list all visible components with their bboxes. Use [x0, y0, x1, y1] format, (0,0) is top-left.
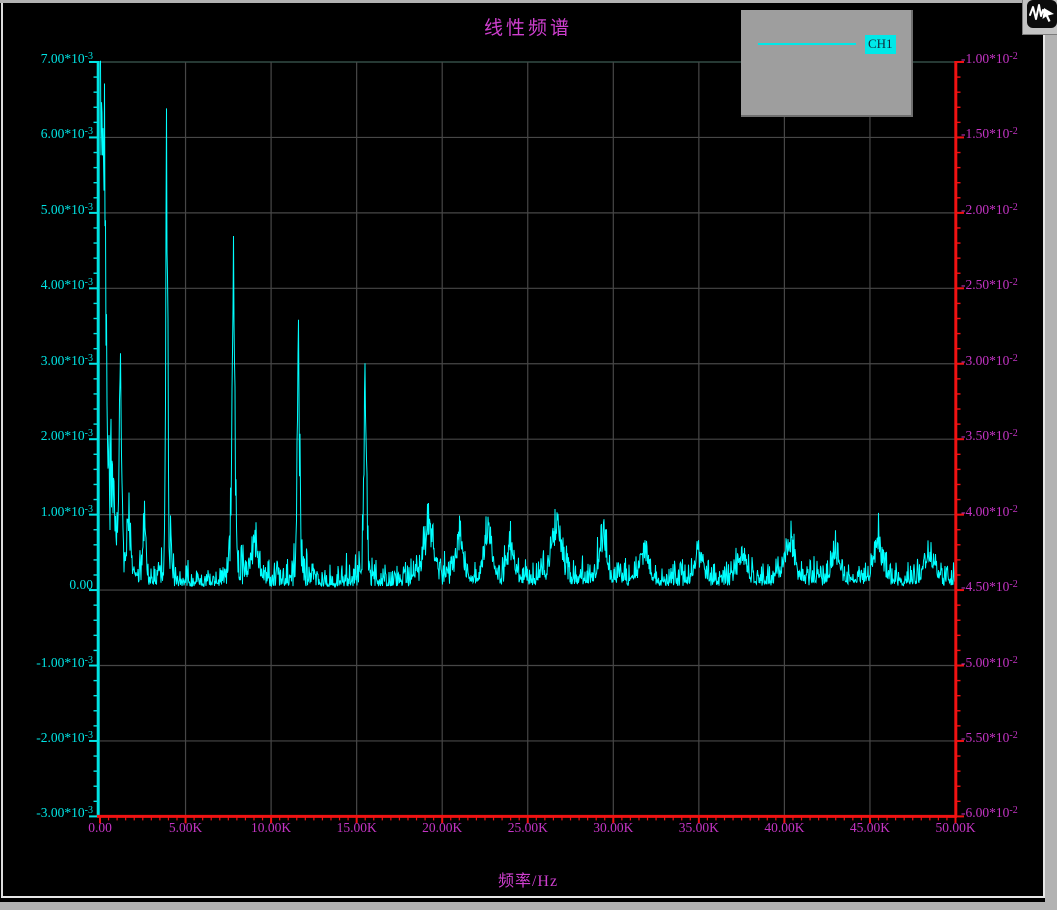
legend-line-sample	[758, 43, 856, 45]
spectrum-plot	[0, 0, 1057, 910]
legend-box: CH1	[741, 10, 913, 117]
spectrum-analyzer-window: 线性频谱 CH1 7.00*10-36.00*10-35.00*10-34.00…	[0, 0, 1057, 910]
x-axis-title: 频率/Hz	[100, 867, 956, 891]
legend-channel-chip[interactable]: CH1	[865, 35, 896, 54]
